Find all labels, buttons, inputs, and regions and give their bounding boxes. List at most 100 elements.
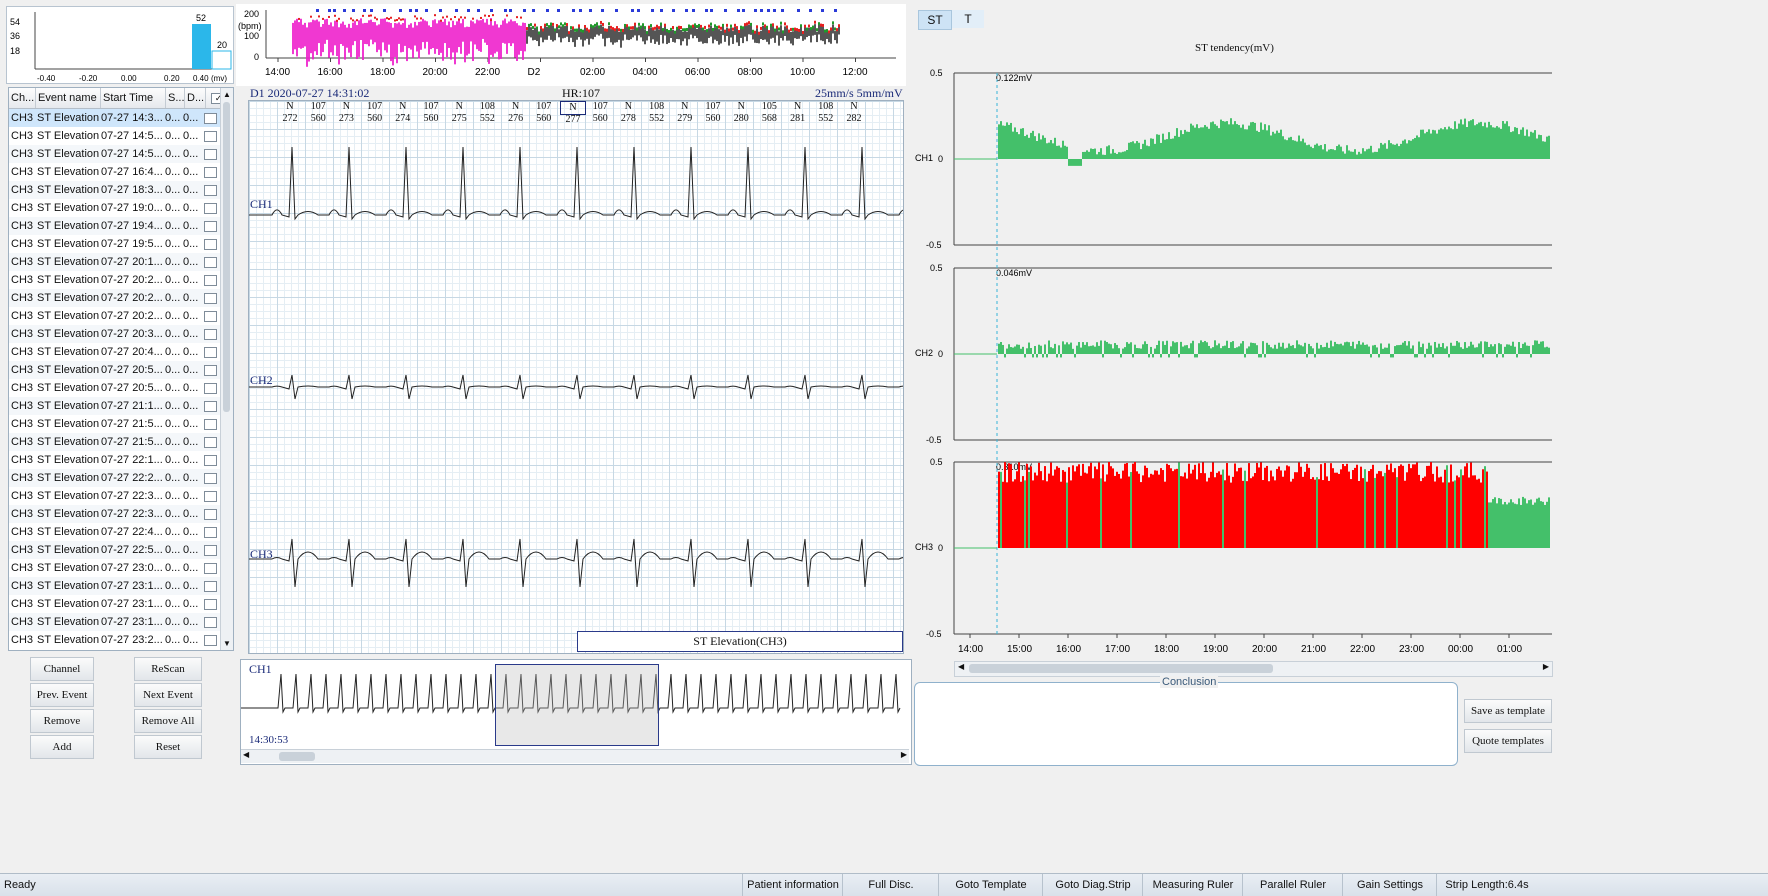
overview-strip[interactable]: CH1 14:30:53 ◀ ▶ [240, 659, 912, 765]
row-checkbox[interactable] [204, 401, 217, 412]
table-row[interactable]: CH3 ST Elevation 07-27 20:2... 0... 0... [9, 289, 233, 307]
beat-annotation[interactable]: N 279 [673, 101, 697, 125]
save-template-button[interactable]: Save as template [1464, 699, 1552, 723]
row-checkbox[interactable] [204, 113, 217, 124]
table-row[interactable]: CH3 ST Elevation 07-27 20:2... 0... 0... [9, 307, 233, 325]
col-start-time-header[interactable]: Start Time [101, 88, 166, 108]
quote-templates-button[interactable]: Quote templates [1464, 729, 1552, 753]
scroll-left-icon[interactable]: ◀ [243, 750, 249, 759]
tab-t[interactable]: T [952, 10, 984, 28]
table-row[interactable]: CH3 ST Elevation 07-27 22:2... 0... 0... [9, 469, 233, 487]
table-row[interactable]: CH3 ST Elevation 07-27 22:4... 0... 0... [9, 523, 233, 541]
row-checkbox[interactable] [204, 347, 217, 358]
table-row[interactable]: CH3 ST Elevation 07-27 20:2... 0... 0... [9, 271, 233, 289]
row-checkbox[interactable] [204, 599, 217, 610]
table-row[interactable]: CH3 ST Elevation 07-27 20:5... 0... 0... [9, 361, 233, 379]
tab-st[interactable]: ST [918, 10, 952, 30]
table-row[interactable]: CH3 ST Elevation 07-27 14:5... 0... 0... [9, 145, 233, 163]
row-checkbox[interactable] [204, 149, 217, 160]
overview-selection-window[interactable] [495, 664, 659, 746]
table-row[interactable]: CH3 ST Elevation 07-27 20:3... 0... 0... [9, 325, 233, 343]
rescan-button[interactable]: ReScan [134, 657, 202, 681]
col-event-name-header[interactable]: Event name [36, 88, 101, 108]
hscroll-thumb[interactable] [279, 752, 315, 761]
table-row[interactable]: CH3 ST Elevation 07-27 22:1... 0... 0... [9, 451, 233, 469]
beat-annotation[interactable]: 108 552 [475, 101, 499, 125]
scroll-right-icon[interactable]: ▶ [1543, 662, 1549, 671]
beat-annotation[interactable]: N 278 [616, 101, 640, 125]
beat-annotation[interactable]: 107 560 [363, 101, 387, 125]
row-checkbox[interactable] [204, 239, 217, 250]
beat-annotation[interactable]: N 276 [504, 101, 528, 125]
scroll-up-icon[interactable]: ▲ [223, 90, 231, 99]
beat-annotation[interactable]: N 282 [842, 101, 866, 125]
row-checkbox[interactable] [204, 257, 217, 268]
conclusion-box[interactable] [914, 682, 1458, 766]
row-checkbox[interactable] [204, 545, 217, 556]
st-chart-area[interactable]: 0.5 0 -0.5 CH1 0.122mV 0.5 0 -0.5 CH2 0.046mV 0.5 0… [912, 60, 1564, 660]
beat-annotation[interactable]: N 277 [560, 101, 586, 125]
table-row[interactable]: CH3 ST Elevation 07-27 20:1... 0... 0... [9, 253, 233, 271]
beat-annotation[interactable]: N 273 [334, 101, 358, 125]
row-checkbox[interactable] [204, 563, 217, 574]
row-checkbox[interactable] [204, 473, 217, 484]
beat-annotation[interactable]: 108 552 [814, 101, 838, 125]
overview-hscroll[interactable]: ◀ ▶ [241, 749, 909, 763]
status-parallel-ruler[interactable]: Parallel Ruler [1242, 874, 1343, 896]
scroll-left-icon[interactable]: ◀ [958, 662, 964, 671]
scroll-thumb[interactable] [223, 102, 230, 412]
table-row[interactable]: CH3 ST Elevation 07-27 14:5... 0... 0... [9, 127, 233, 145]
status-patient-information[interactable]: Patient information [742, 874, 843, 896]
beat-annotation[interactable]: N 275 [447, 101, 471, 125]
st-hscroll-thumb[interactable] [969, 664, 1273, 673]
row-checkbox[interactable] [204, 617, 217, 628]
remove-button[interactable]: Remove [30, 709, 94, 733]
table-row[interactable]: CH3 ST Elevation 07-27 19:5... 0... 0... [9, 235, 233, 253]
table-row[interactable]: CH3 ST Elevation 07-27 21:5... 0... 0... [9, 433, 233, 451]
row-checkbox[interactable] [204, 131, 217, 142]
row-checkbox[interactable] [204, 167, 217, 178]
row-checkbox[interactable] [204, 635, 217, 646]
status-measuring-ruler[interactable]: Measuring Ruler [1142, 874, 1243, 896]
channel-button[interactable]: Channel [30, 657, 94, 681]
beat-annotation[interactable]: 107 560 [588, 101, 612, 125]
table-row[interactable]: CH3 ST Elevation 07-27 23:1... 0... 0... [9, 577, 233, 595]
scroll-right-icon[interactable]: ▶ [901, 750, 907, 759]
beat-annotation[interactable]: 107 560 [701, 101, 725, 125]
beat-annotation[interactable]: 107 560 [532, 101, 556, 125]
table-row[interactable]: CH3 ST Elevation 07-27 16:4... 0... 0... [9, 163, 233, 181]
table-scrollbar[interactable]: ▲ ▼ [220, 88, 233, 650]
table-row[interactable]: CH3 ST Elevation 07-27 20:4... 0... 0... [9, 343, 233, 361]
table-row[interactable]: CH3 ST Elevation 07-27 23:0... 0... 0... [9, 559, 233, 577]
row-checkbox[interactable] [204, 491, 217, 502]
row-checkbox[interactable] [204, 383, 217, 394]
row-checkbox[interactable] [204, 581, 217, 592]
table-row[interactable]: CH3 ST Elevation 07-27 23:1... 0... 0... [9, 613, 233, 631]
beat-annotation[interactable]: N 272 [278, 101, 302, 125]
beat-annotation[interactable]: N 274 [391, 101, 415, 125]
prev-event-button[interactable]: Prev. Event [30, 683, 94, 707]
st-hscroll[interactable]: ◀ ▶ [954, 661, 1553, 677]
beat-annotation[interactable]: 107 560 [419, 101, 443, 125]
ecg-strip[interactable]: CH1 CH2 CH3 ST Elevation(CH3) [248, 100, 904, 654]
add-button[interactable]: Add [30, 735, 94, 759]
status-goto-diag-strip[interactable]: Goto Diag.Strip [1042, 874, 1143, 896]
row-checkbox[interactable] [204, 509, 217, 520]
status-goto-template[interactable]: Goto Template [938, 874, 1043, 896]
row-checkbox[interactable] [204, 311, 217, 322]
status-gain-settings[interactable]: Gain Settings [1342, 874, 1437, 896]
remove-all-button[interactable]: Remove All [134, 709, 202, 733]
table-row[interactable]: CH3 ST Elevation 07-27 22:3... 0... 0... [9, 505, 233, 523]
col-channel-header[interactable]: Ch... [9, 88, 36, 108]
beat-annotation[interactable]: N 280 [729, 101, 753, 125]
row-checkbox[interactable] [204, 203, 217, 214]
beat-annotation[interactable]: N 281 [786, 101, 810, 125]
table-row[interactable]: CH3 ST Elevation 07-27 22:3... 0... 0... [9, 487, 233, 505]
table-row[interactable]: CH3 ST Elevation 07-27 19:4... 0... 0... [9, 217, 233, 235]
col-d-header[interactable]: D... [185, 88, 206, 108]
row-checkbox[interactable] [204, 365, 217, 376]
table-row[interactable]: CH3 ST Elevation 07-27 23:1... 0... 0... [9, 595, 233, 613]
row-checkbox[interactable] [204, 437, 217, 448]
reset-button[interactable]: Reset [134, 735, 202, 759]
col-s-header[interactable]: S... [166, 88, 185, 108]
